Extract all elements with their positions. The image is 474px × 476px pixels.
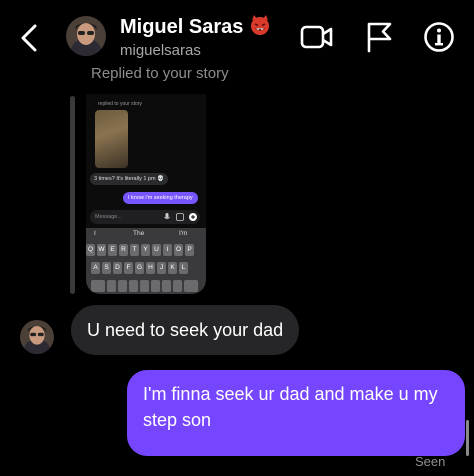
keyboard-key: [91, 280, 105, 292]
keyboard-key: Y: [141, 244, 150, 256]
add-icon: [189, 213, 197, 221]
preview-incoming-message: 3 times? It's literally 1 pm 💀: [90, 173, 168, 185]
keyboard-key: W: [97, 244, 106, 256]
keyboard-key: D: [113, 262, 122, 274]
seen-status: Seen: [415, 454, 446, 469]
video-call-icon: [300, 25, 333, 49]
contact-username: miguelsaras: [120, 42, 201, 59]
back-button[interactable]: [14, 22, 46, 54]
keyboard-row-2: ASDFGHJKL: [91, 262, 188, 274]
preview-input-placeholder: Message...: [95, 214, 122, 220]
keyboard-key: O: [174, 244, 183, 256]
keyboard-suggestion: The: [133, 230, 145, 237]
contact-name[interactable]: Miguel Saras: [120, 14, 271, 39]
keyboard-key: Q: [86, 244, 95, 256]
profile-picture: [66, 16, 106, 56]
keyboard-key: [118, 280, 127, 292]
contact-name-text: Miguel Saras: [120, 16, 244, 38]
keyboard-row-1: QWERTYUIOP: [86, 244, 194, 256]
keyboard-key: S: [102, 262, 111, 274]
flag-icon: [367, 22, 392, 53]
devil-emoji-icon: [251, 15, 270, 35]
keyboard-key: [184, 280, 198, 292]
preview-outgoing-message: I know i'm seeking therapy: [123, 192, 198, 204]
keyboard-key: T: [130, 244, 139, 256]
report-button[interactable]: [362, 20, 396, 54]
reply-quote-bar: [70, 96, 75, 294]
keyboard-key: [107, 280, 116, 292]
keyboard-key: U: [152, 244, 161, 256]
sender-avatar[interactable]: [20, 320, 54, 354]
back-arrow-icon: [21, 24, 37, 52]
preview-keyboard: I The I'm QWERTYUIOP ASDFGHJKL: [86, 228, 206, 294]
keyboard-key: I: [163, 244, 172, 256]
keyboard-key: L: [179, 262, 188, 274]
profile-picture: [20, 320, 54, 354]
keyboard-key: [151, 280, 160, 292]
keyboard-key: [140, 280, 149, 292]
video-call-button[interactable]: [300, 20, 334, 54]
keyboard-key: J: [157, 262, 166, 274]
keyboard-key: P: [185, 244, 194, 256]
scrollbar[interactable]: [466, 420, 469, 456]
keyboard-key: K: [168, 262, 177, 274]
keyboard-key: E: [108, 244, 117, 256]
story-reply-label: Replied to your story: [91, 65, 229, 82]
avatar[interactable]: [66, 16, 106, 56]
keyboard-key: R: [119, 244, 128, 256]
keyboard-key: G: [135, 262, 144, 274]
story-preview[interactable]: replied to your story 3 times? It's lite…: [86, 94, 206, 294]
outgoing-message[interactable]: I'm finna seek ur dad and make u my step…: [127, 370, 465, 456]
story-preview-label: replied to your story: [98, 101, 142, 107]
keyboard-suggestion: I: [94, 230, 96, 237]
gallery-icon: [176, 213, 184, 221]
keyboard-key: A: [91, 262, 100, 274]
keyboard-key: H: [146, 262, 155, 274]
info-button[interactable]: [422, 20, 456, 54]
info-icon: [424, 22, 454, 52]
keyboard-key: F: [124, 262, 133, 274]
keyboard-suggestion: I'm: [179, 230, 188, 237]
mic-icon: [164, 213, 170, 220]
story-thumbnail: [95, 110, 128, 168]
preview-message-input: Message...: [90, 210, 200, 224]
incoming-message[interactable]: U need to seek your dad: [71, 305, 300, 355]
keyboard-key: [173, 280, 182, 292]
keyboard-row-3: [91, 280, 198, 292]
keyboard-key: [129, 280, 138, 292]
keyboard-key: [162, 280, 171, 292]
